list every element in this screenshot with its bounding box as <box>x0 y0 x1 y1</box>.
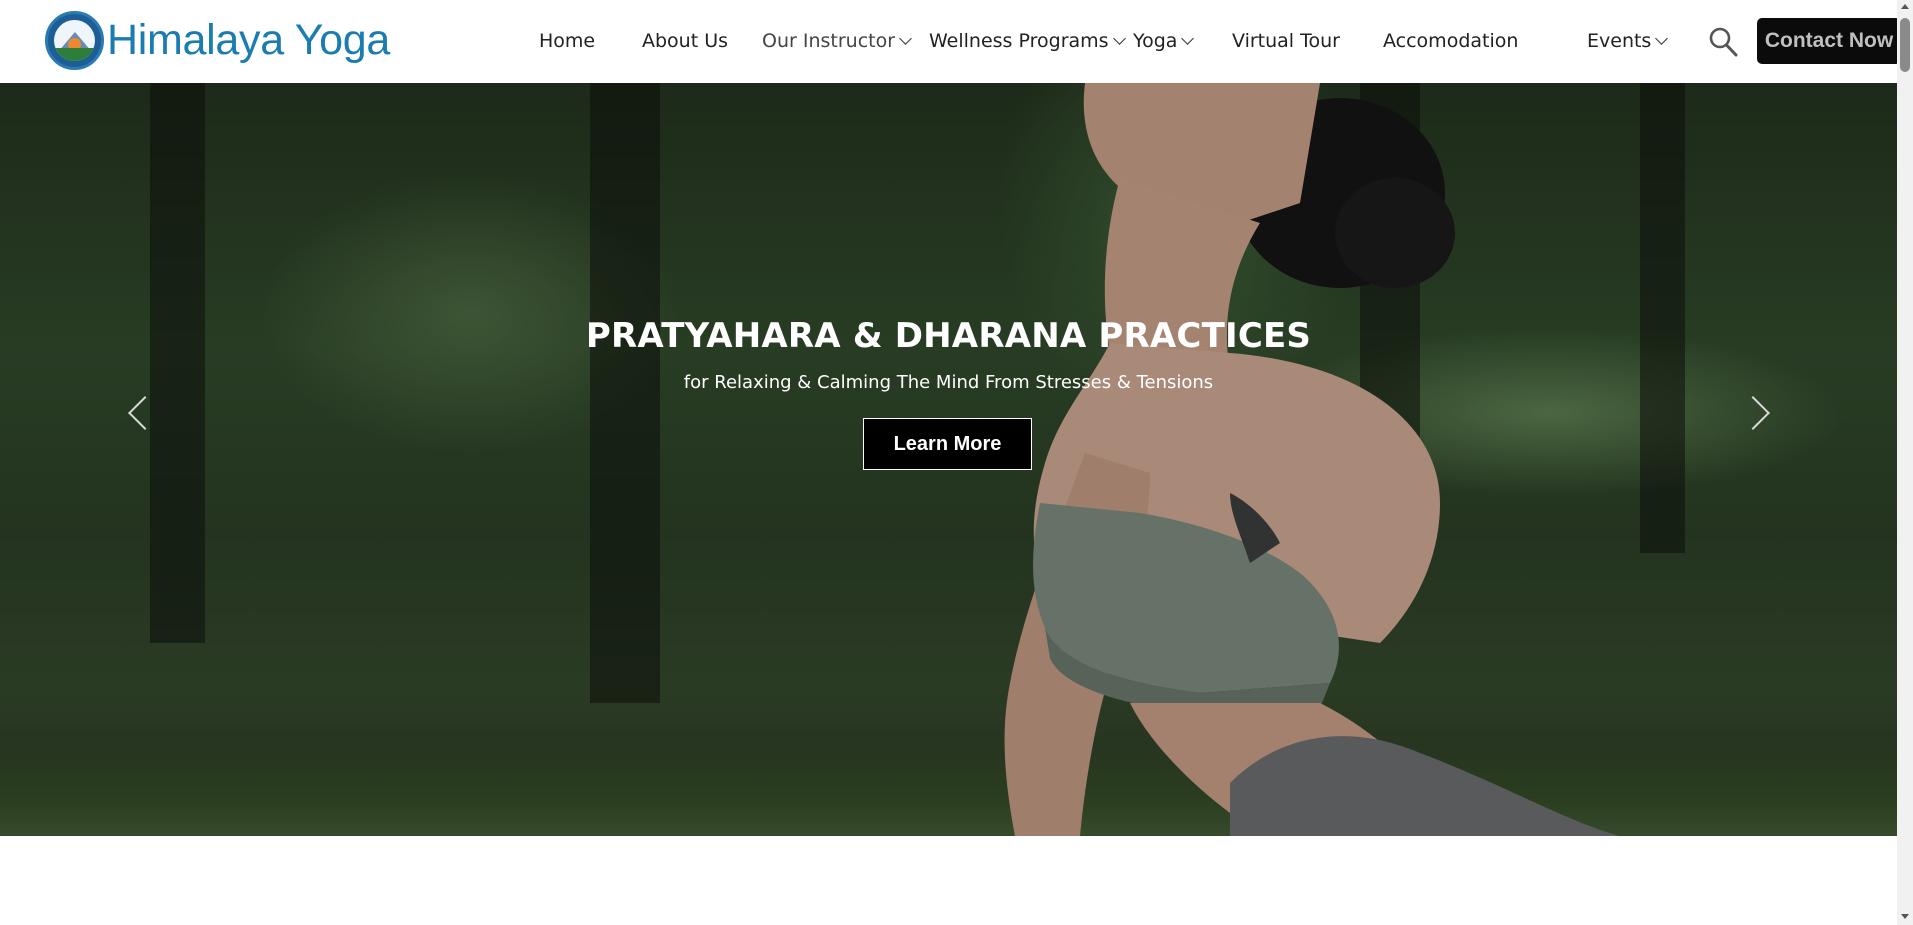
brand-name: Himalaya Yoga <box>107 16 390 64</box>
site-header: Himalaya Yoga Home About Us Our Instruct… <box>0 0 1901 83</box>
learn-more-button[interactable]: Learn More <box>863 418 1032 470</box>
page-scrollbar[interactable] <box>1897 0 1913 925</box>
hero-subtitle: for Relaxing & Calming The Mind From Str… <box>683 372 1214 393</box>
nav-item-label: Yoga <box>1133 30 1178 52</box>
nav-item-home[interactable]: Home <box>539 30 595 52</box>
nav-item-wellness-programs[interactable]: Wellness Programs <box>929 30 1126 52</box>
nav-item-events[interactable]: Events <box>1587 30 1669 52</box>
hero-title: PRATYAHARA & DHARANA PRACTICES <box>585 316 1312 356</box>
chevron-down-icon <box>1112 32 1126 45</box>
nav-item-our-instructor[interactable]: Our Instructor <box>762 30 912 52</box>
nav-item-label: Virtual Tour <box>1232 30 1340 52</box>
chevron-down-icon <box>1181 32 1195 45</box>
scroll-down-arrow-icon[interactable] <box>1901 914 1909 919</box>
nav-item-label: Our Instructor <box>762 30 896 52</box>
chevron-down-icon <box>899 32 912 45</box>
scrollbar-thumb[interactable] <box>1900 18 1910 72</box>
nav-item-label: Home <box>539 30 596 52</box>
chevron-down-icon <box>1655 32 1669 45</box>
contact-now-button[interactable]: Contact Now <box>1757 18 1901 64</box>
site-logo-link[interactable]: Himalaya Yoga <box>45 11 390 70</box>
nav-item-label: Accomodation <box>1383 30 1519 52</box>
nav-item-yoga[interactable]: Yoga <box>1133 30 1195 52</box>
nav-item-label: Wellness Programs <box>929 30 1109 52</box>
hero-slider: PRATYAHARA & DHARANA PRACTICES for Relax… <box>0 83 1897 836</box>
search-icon[interactable] <box>1708 26 1738 58</box>
scroll-up-arrow-icon[interactable] <box>1901 4 1909 9</box>
nav-item-accomodation[interactable]: Accomodation <box>1383 30 1518 52</box>
nav-item-virtual-tour[interactable]: Virtual Tour <box>1232 30 1340 52</box>
nav-item-label: About Us <box>642 30 729 52</box>
nav-item-label: Events <box>1587 30 1652 52</box>
nav-item-about-us[interactable]: About Us <box>642 30 728 52</box>
logo-emblem-icon <box>45 11 104 70</box>
